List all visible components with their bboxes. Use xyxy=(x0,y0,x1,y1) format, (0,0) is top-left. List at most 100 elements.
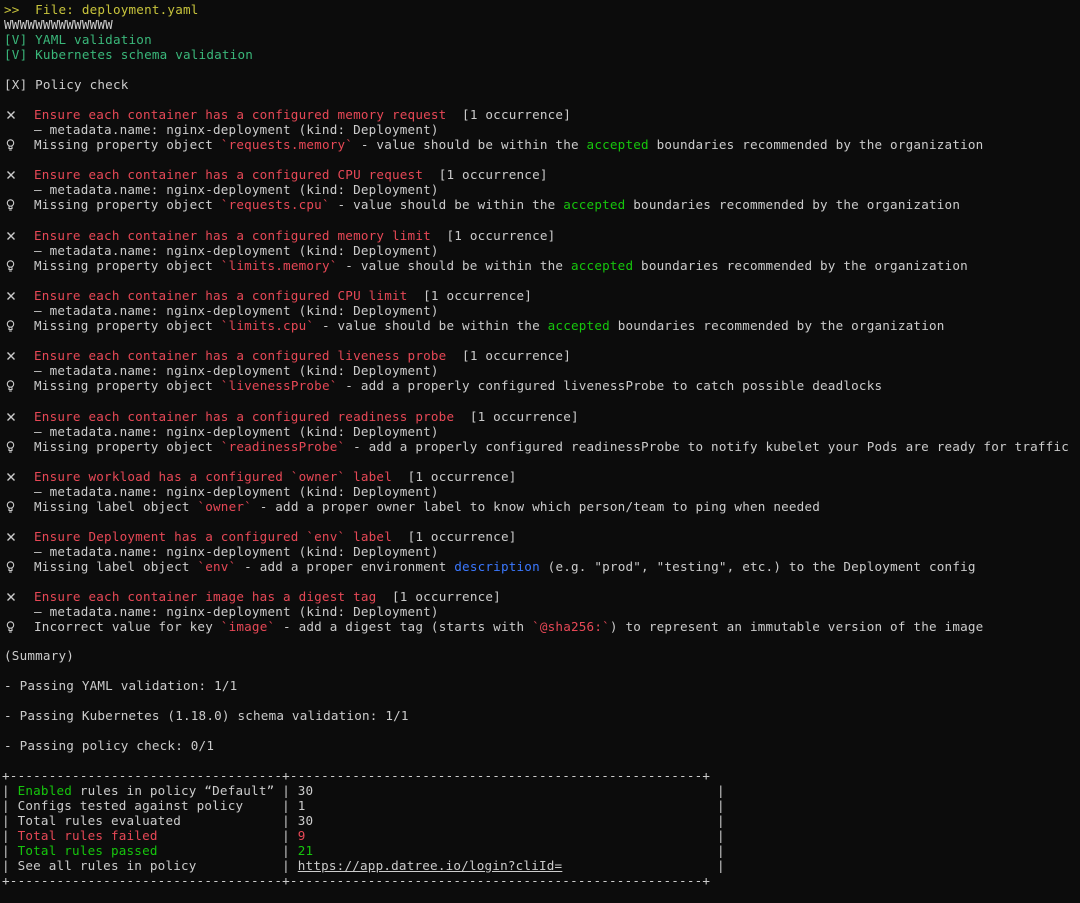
lightbulb-icon xyxy=(5,378,15,393)
message-prefix: Missing property object xyxy=(34,439,221,454)
message-prefix: Missing property object xyxy=(34,258,221,273)
table-row: | Total rules passed | 21 xyxy=(2,843,314,858)
message-suffix: boundaries recommended by the organizati… xyxy=(609,318,945,333)
close-icon xyxy=(5,469,17,484)
rule-title-line: Ensure each container has a configured m… xyxy=(34,107,571,122)
message-text: - add a properly configured readinessPro… xyxy=(345,439,1070,454)
message-highlight: description xyxy=(454,559,540,574)
message-code: `requests.memory` xyxy=(220,137,354,152)
message-prefix: Missing label object xyxy=(34,499,198,514)
lightbulb-icon xyxy=(5,197,15,212)
lightbulb-icon xyxy=(5,619,15,634)
table-border-pipe: | xyxy=(717,798,725,813)
message-highlight: `@sha256:` xyxy=(532,619,610,634)
lightbulb-icon xyxy=(5,137,15,152)
occurrence-count: [1 occurrence] xyxy=(407,469,517,484)
file-header: >> File: deployment.yaml xyxy=(4,2,199,17)
occurrence-count: [1 occurrence] xyxy=(438,167,548,182)
table-border-pipe: | xyxy=(717,858,725,873)
rule-title-line: Ensure each container has a configured C… xyxy=(34,288,532,303)
message-suffix: boundaries recommended by the organizati… xyxy=(625,197,961,212)
wave-line: WWWWWWWWWWWWWW xyxy=(4,17,113,32)
occurrence-count: [1 occurrence] xyxy=(392,589,501,604)
rule-title: Ensure each container has a configured C… xyxy=(34,288,408,303)
message-highlight: accepted xyxy=(570,258,634,273)
message-prefix: Missing property object xyxy=(34,137,221,152)
table-row: | See all rules in policy | https://app.… xyxy=(2,858,563,873)
policy-link[interactable]: https://app.datree.io/login?cliId= xyxy=(298,858,563,873)
rule-title-line: Ensure each container has a configured r… xyxy=(34,409,579,424)
table-row: | Enabled rules in policy “Default” | 30 xyxy=(2,783,314,798)
rule-message: Missing property object `requests.cpu` -… xyxy=(34,197,960,212)
rule-metadata: — metadata.name: nginx-deployment (kind:… xyxy=(34,122,439,137)
rule-metadata: — metadata.name: nginx-deployment (kind:… xyxy=(34,303,439,318)
table-border-pipe: | xyxy=(717,828,725,843)
rule-title: Ensure each container has a configured r… xyxy=(34,409,455,424)
rule-title: Ensure each container has a configured m… xyxy=(34,107,447,122)
see-all-label: See all rules in policy xyxy=(17,858,197,873)
rule-message: Missing property object `limits.memory` … xyxy=(34,258,968,273)
enabled-value: 30 xyxy=(297,783,314,798)
rule-title-line: Ensure each container has a configured C… xyxy=(34,167,548,182)
rule-message: Missing property object `readinessProbe`… xyxy=(34,439,1069,454)
rule-title: Ensure each container has a configured C… xyxy=(34,167,424,182)
occurrence-count: [1 occurrence] xyxy=(407,529,517,544)
enabled-label: rules in policy “Default” xyxy=(72,783,275,798)
rule-title-line: Ensure each container image has a digest… xyxy=(34,589,501,604)
message-highlight: accepted xyxy=(547,318,610,333)
rule-title: Ensure Deployment has a configured `env`… xyxy=(34,529,392,544)
summary-policy: - Passing policy check: 0/1 xyxy=(4,738,215,753)
message-prefix: Incorrect value for key xyxy=(34,619,221,634)
rule-metadata: — metadata.name: nginx-deployment (kind:… xyxy=(34,484,439,499)
table-border-pipe: | xyxy=(717,783,725,798)
evaluated-label: Total rules evaluated xyxy=(17,813,182,828)
rule-message: Incorrect value for key `image` - add a … xyxy=(34,619,983,634)
passed-value: 21 xyxy=(297,843,314,858)
message-text: - add a digest tag (starts with xyxy=(275,619,533,634)
lightbulb-icon xyxy=(5,258,15,273)
schema-validation-status: [V] Kubernetes schema validation xyxy=(4,47,254,62)
close-icon xyxy=(5,288,17,303)
close-icon xyxy=(5,228,17,243)
close-icon xyxy=(5,529,17,544)
message-prefix: Missing label object xyxy=(34,559,198,574)
message-code: `limits.cpu` xyxy=(220,318,315,333)
lightbulb-icon xyxy=(5,499,15,514)
table-border-pipe: | xyxy=(717,843,725,858)
occurrence-count: [1 occurrence] xyxy=(446,228,556,243)
message-suffix: ) to represent an immutable version of t… xyxy=(609,619,984,634)
message-code: `owner` xyxy=(197,499,252,514)
message-suffix: boundaries recommended by the organizati… xyxy=(633,258,968,273)
message-suffix: boundaries recommended by the organizati… xyxy=(648,137,984,152)
close-icon xyxy=(5,589,17,604)
rule-message: Missing label object `owner` - add a pro… xyxy=(34,499,820,514)
rule-metadata: — metadata.name: nginx-deployment (kind:… xyxy=(34,544,439,559)
message-text: - value should be within the xyxy=(329,197,564,212)
table-border-bottom: +-----------------------------------+---… xyxy=(2,873,711,888)
occurrence-count: [1 occurrence] xyxy=(469,409,579,424)
close-icon xyxy=(5,107,17,122)
message-text: - add a proper owner label to know which… xyxy=(251,499,821,514)
failed-value: 9 xyxy=(297,828,306,843)
message-prefix: Missing property object xyxy=(34,318,221,333)
table-row: | Total rules failed | 9 xyxy=(2,828,306,843)
rule-metadata: — metadata.name: nginx-deployment (kind:… xyxy=(34,243,439,258)
message-text: - value should be within the xyxy=(353,137,587,152)
rule-title: Ensure each container has a configured l… xyxy=(34,348,447,363)
rule-metadata: — metadata.name: nginx-deployment (kind:… xyxy=(34,182,439,197)
lightbulb-icon xyxy=(5,439,15,454)
message-highlight: accepted xyxy=(586,137,649,152)
rule-title-line: Ensure Deployment has a configured `env`… xyxy=(34,529,517,544)
rule-message: Missing property object `limits.cpu` - v… xyxy=(34,318,945,333)
rule-title: Ensure each container has a configured m… xyxy=(34,228,431,243)
message-prefix: Missing property object xyxy=(34,378,221,393)
rule-title-line: Ensure each container has a configured m… xyxy=(34,228,555,243)
message-highlight: accepted xyxy=(563,197,626,212)
occurrence-count: [1 occurrence] xyxy=(462,107,571,122)
message-code: `livenessProbe` xyxy=(220,378,338,393)
message-suffix: (e.g. "prod", "testing", etc.) to the De… xyxy=(539,559,976,574)
evaluated-value: 30 xyxy=(297,813,314,828)
failed-label: Total rules failed xyxy=(17,828,158,843)
summary-heading: (Summary) xyxy=(4,648,75,663)
message-code: `requests.cpu` xyxy=(220,197,330,212)
